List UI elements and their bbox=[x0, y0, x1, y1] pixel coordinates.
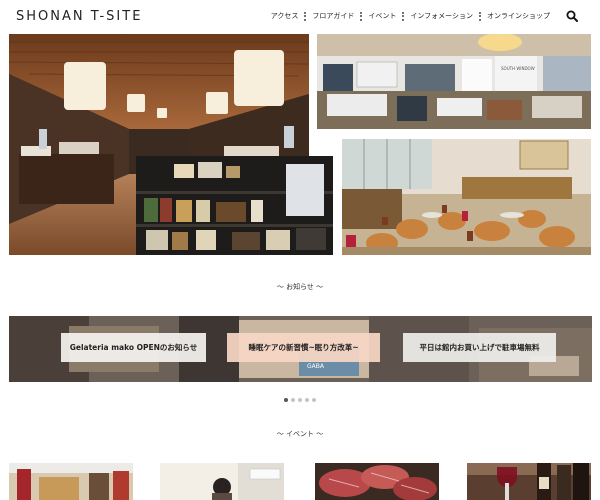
event-section-title: ～ イベント ～ bbox=[276, 430, 324, 438]
banner-item-sleep-care[interactable]: 睡眠ケアの新習慣~眠り方改革~ bbox=[227, 333, 380, 362]
nav-access[interactable]: アクセス bbox=[265, 11, 305, 21]
carousel-dots bbox=[0, 398, 600, 402]
carousel-dot[interactable] bbox=[298, 398, 302, 402]
banner-item-parking[interactable]: 平日は館内お買い上げで駐車場無料 bbox=[403, 333, 556, 362]
nav-floor-guide[interactable]: フロアガイド bbox=[306, 11, 360, 21]
nav-online-shop[interactable]: オンラインショップ bbox=[481, 11, 556, 21]
banner-sign-text: GABA bbox=[307, 363, 325, 370]
event-thumb-wine[interactable] bbox=[467, 463, 591, 500]
nav-information[interactable]: インフォメーション bbox=[404, 11, 479, 21]
event-thumb-meat[interactable] bbox=[315, 463, 439, 500]
search-icon[interactable] bbox=[566, 10, 578, 22]
site-header: SHONAN T-SITE アクセス フロアガイド イベント インフォメーション… bbox=[0, 0, 600, 34]
carousel-dot[interactable] bbox=[284, 398, 288, 402]
news-banner-carousel[interactable]: GABA Gelateria mako OPENのお知らせ 睡眠ケアの新習慣~眠… bbox=[9, 316, 592, 382]
site-logo[interactable]: SHONAN T-SITE bbox=[16, 9, 142, 24]
store-photo-shelf[interactable] bbox=[136, 156, 333, 255]
nav-event[interactable]: イベント bbox=[362, 11, 402, 21]
main-nav: アクセス フロアガイド イベント インフォメーション オンラインショップ bbox=[265, 11, 556, 21]
banner-item-gelateria[interactable]: Gelateria mako OPENのお知らせ bbox=[61, 333, 206, 362]
carousel-dot[interactable] bbox=[305, 398, 309, 402]
store-photo-retail[interactable]: SOUTH WINDOW bbox=[317, 34, 591, 129]
event-thumb-seminar[interactable] bbox=[160, 463, 284, 500]
retail-sign: SOUTH WINDOW bbox=[501, 66, 535, 71]
store-photo-cafe[interactable] bbox=[342, 139, 591, 255]
carousel-dot[interactable] bbox=[312, 398, 316, 402]
news-section-title: ～ お知らせ ～ bbox=[276, 283, 324, 291]
carousel-dot[interactable] bbox=[291, 398, 295, 402]
event-thumb-market[interactable] bbox=[9, 463, 133, 500]
